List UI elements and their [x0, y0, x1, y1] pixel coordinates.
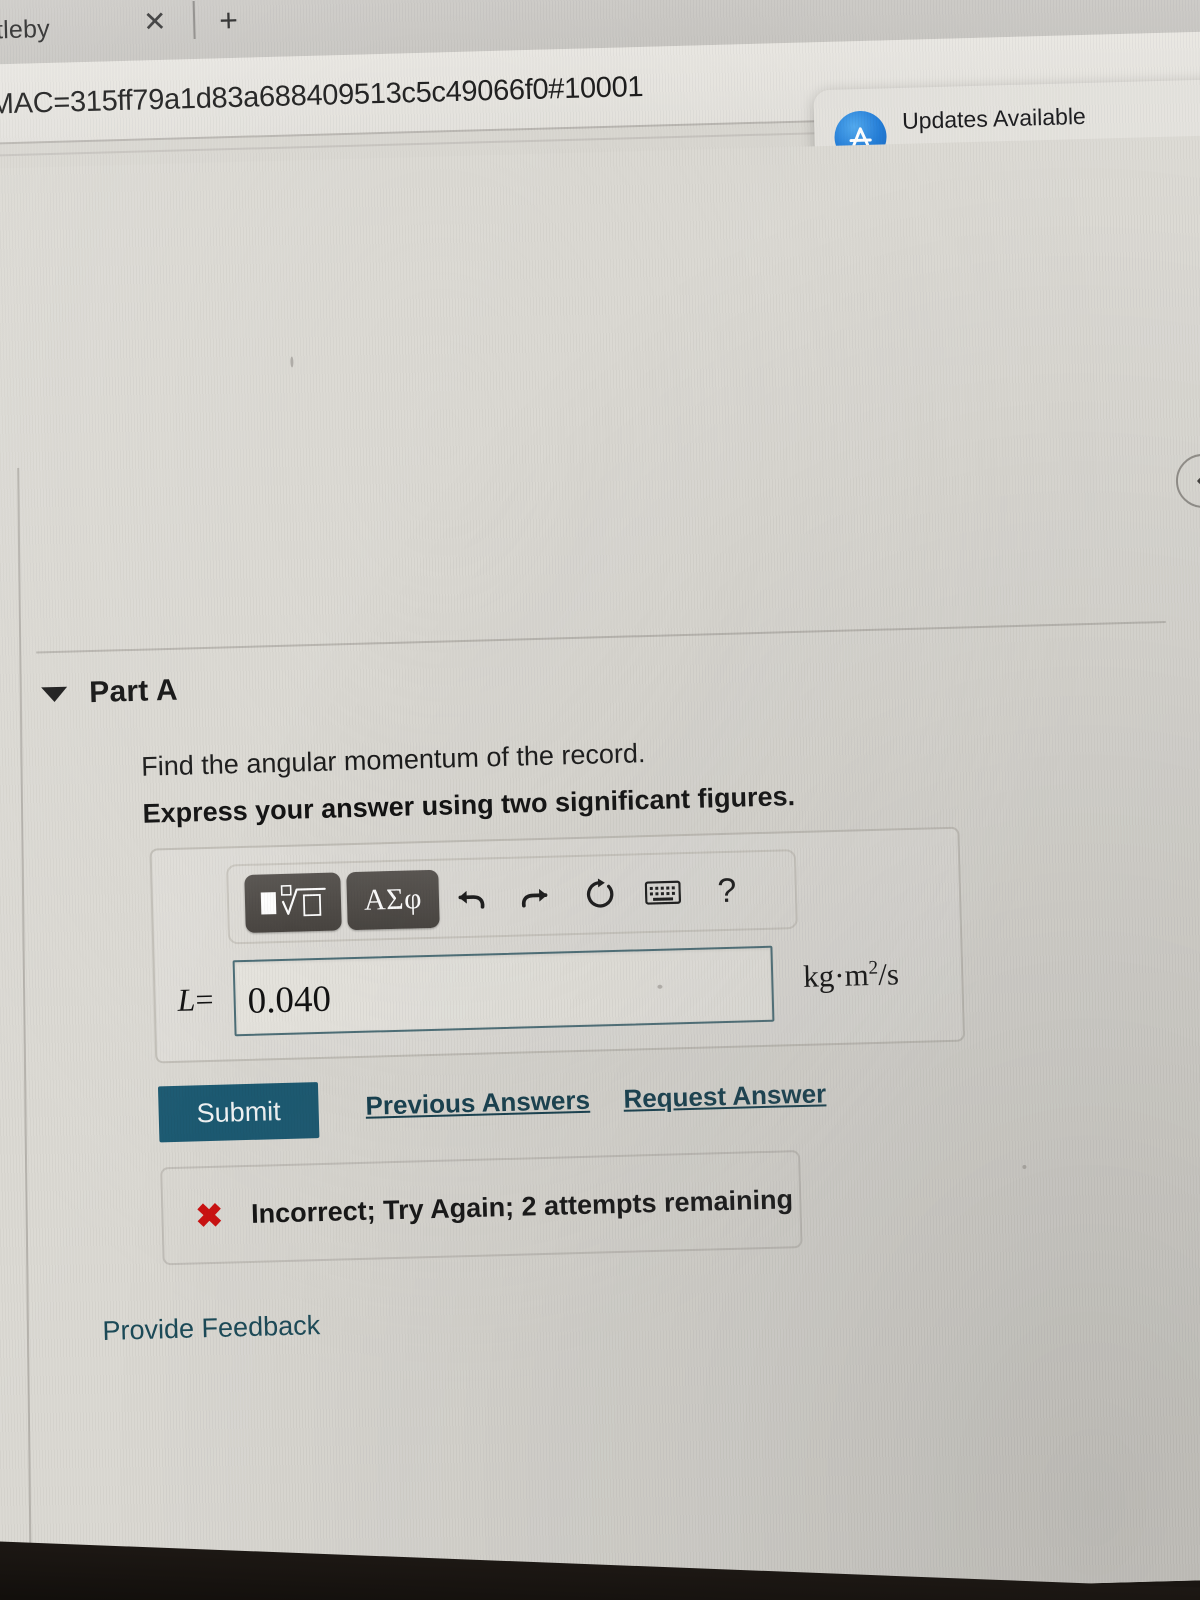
unit-per-s: /s [877, 956, 900, 992]
chevron-left-icon[interactable] [1175, 453, 1200, 509]
template-radical-icon[interactable] [244, 872, 342, 933]
part-title: Part A [88, 673, 179, 710]
close-icon[interactable]: ✕ [143, 6, 167, 38]
content-column-rule [17, 467, 33, 1600]
photo-of-screen: bartleby ✕ + nHMAC=315ff79a1d83a68840951… [0, 0, 1200, 1600]
variable-symbol: L [177, 981, 196, 1018]
x-mark-icon: ✖ [194, 1196, 224, 1234]
previous-answers-link[interactable]: Previous Answers [365, 1085, 590, 1122]
feedback-banner: ✖ Incorrect; Try Again; 2 attempts remai… [160, 1150, 803, 1266]
answer-variable-label: L= [177, 981, 214, 1019]
answer-input[interactable] [232, 945, 775, 1037]
dust-speck [1022, 1164, 1027, 1170]
screen-content: bartleby ✕ + nHMAC=315ff79a1d83a68840951… [0, 0, 1200, 1600]
chevron-down-icon[interactable] [41, 686, 68, 702]
redo-arrow-icon[interactable] [502, 866, 568, 926]
part-a-header[interactable]: Part A [41, 674, 178, 712]
unit-m: m [844, 957, 870, 993]
answer-entry-box: ΑΣφ ? L= 0.040 kg·m2/s [149, 826, 967, 1064]
provide-feedback-link[interactable]: Provide Feedback [102, 1310, 320, 1347]
equals-symbol: = [194, 980, 214, 1018]
plus-icon[interactable]: + [219, 2, 239, 38]
assignment-page: Part A Find the angular momentum of the … [0, 134, 1200, 1600]
part-divider [36, 620, 1166, 654]
reset-circular-arrow-icon[interactable] [566, 865, 632, 925]
answer-unit: kg·m2/s [803, 956, 900, 995]
unit-kg: kg [802, 958, 835, 994]
notification-title: Updates Available [901, 102, 1087, 134]
tab-divider [192, 1, 196, 40]
question-instruction: Express your answer using two significan… [142, 781, 796, 829]
dust-speck [290, 356, 294, 368]
answer-row: L= kg·m2/s [155, 941, 967, 1039]
keyboard-icon[interactable] [630, 863, 696, 923]
submit-button[interactable]: Submit [157, 1082, 320, 1143]
request-answer-link[interactable]: Request Answer [623, 1078, 827, 1114]
browser-tab[interactable]: bartleby [0, 15, 50, 46]
undo-arrow-icon[interactable] [438, 868, 504, 928]
feedback-message: Incorrect; Try Again; 2 attempts remaini… [250, 1183, 794, 1229]
help-icon[interactable]: ? [694, 861, 760, 921]
question-text: Find the angular momentum of the record. [140, 738, 646, 782]
greek-symbols-button[interactable]: ΑΣφ [346, 869, 440, 931]
math-toolbar: ΑΣφ ? [225, 849, 798, 945]
